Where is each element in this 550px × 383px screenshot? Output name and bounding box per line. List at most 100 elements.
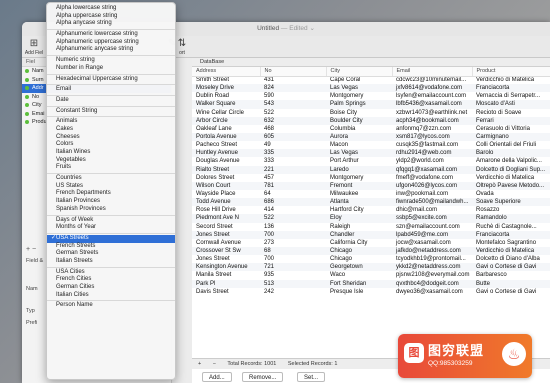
table-row[interactable]: Park Pl 513 Fort Sheridan qvxthbc4@dodgeit.… (192, 279, 550, 288)
remove-record-small-button[interactable]: − (213, 361, 216, 367)
menu-item[interactable]: Days of Week (47, 217, 175, 225)
table-row[interactable]: Wayside Place 64 Milwaukee inw@pookmail.com… (192, 190, 550, 198)
menu-item[interactable]: Spanish Provinces (47, 206, 175, 214)
table-row[interactable]: Walker Square 543 Palm Springs lbfb5436@xas… (192, 100, 550, 109)
menu-item[interactable]: Italian Provinces (47, 198, 175, 206)
menu-item[interactable]: Number in Range (47, 65, 175, 73)
menu-item[interactable]: German Streets (47, 250, 175, 258)
table-row[interactable]: Huntley Avenue 335 Las Vegas rdhu2914@web.c… (192, 149, 550, 158)
table-row[interactable]: Douglas Avenue 333 Port Arthur yldp2@world.… (192, 157, 550, 165)
column-header[interactable]: No (260, 67, 327, 77)
table-row[interactable]: Portola Avenue 605 Aurora xsm817@lycos.com C… (192, 132, 550, 142)
table-cell: 431 (264, 77, 275, 84)
menu-item[interactable]: Animals (47, 118, 175, 126)
table-cell: Barbaresco (476, 272, 507, 279)
menu-item[interactable]: Alpha uppercase string (47, 13, 175, 21)
add-record-small-button[interactable]: + (198, 361, 201, 367)
menu-item[interactable]: ✓USA Streets (47, 234, 175, 243)
add-field-small-button[interactable]: + (26, 246, 30, 253)
menu-item[interactable]: USA Cities (47, 269, 175, 277)
table-row[interactable]: Jones Street 700 Chicago tcyodkhb19@prontom… (192, 255, 550, 263)
menu-separator (47, 28, 175, 31)
table-cell: Montefalco Sagrantino (476, 239, 537, 246)
menu-item[interactable]: Cheeses (47, 134, 175, 142)
column-header[interactable]: Email (392, 67, 473, 77)
table-row[interactable]: Smith Street 431 Cape Coral cdcwc23@10minut… (192, 76, 550, 84)
table-cell: 605 (260, 132, 326, 142)
table-row[interactable]: Crossover St Sw 68 Chicago jafkdo@netaddres… (192, 246, 550, 256)
add-button[interactable]: Add... (202, 372, 232, 382)
menu-item[interactable]: Italian Streets (47, 258, 175, 266)
table-row[interactable]: Pacheco Street 49 Macon cusqk35@fastmail.co… (192, 141, 550, 149)
table-row[interactable]: Oakleaf Lane 468 Columbia anfonmq7@zzn.com C… (192, 125, 550, 133)
table-row[interactable]: Kensington Avenue 721 Georgetown ykkd2@neta… (192, 263, 550, 272)
table-cell: Palm Springs (326, 100, 392, 109)
table-row[interactable]: Arbor Circle 632 Boulder City acph34@bookma… (192, 116, 550, 125)
menu-item[interactable]: French Streets (47, 243, 175, 251)
table-row[interactable]: Manila Street 935 Waco pjsnw2108@everymail.… (192, 271, 550, 279)
table-row[interactable]: Moseley Drive 824 Las Vegas jxfv8614@vodafo… (192, 84, 550, 93)
menu-item[interactable]: Date (47, 97, 175, 105)
table-row[interactable]: Davis Street 242 Presque Isle dwyeo36@xasam… (192, 288, 550, 296)
column-header[interactable]: City (326, 67, 393, 77)
table-cell: anfonmq7@zzn.com (396, 125, 452, 132)
table-cell: Chicago (330, 256, 353, 263)
menu-item[interactable]: Cakes (47, 126, 175, 134)
table-cell: 221 (260, 165, 326, 174)
menu-item[interactable]: French Departments (47, 190, 175, 198)
table-row[interactable]: Rose Hill Drive 414 Hartford City dhic@mail… (192, 206, 550, 214)
table-cell: Soave Superiore (472, 198, 550, 207)
table-cell: inw@pookmail.com (396, 191, 449, 198)
menu-item[interactable]: Alpha anycase string (47, 20, 175, 28)
table-cell: Cornwall Avenue (196, 239, 241, 246)
table-row[interactable]: Jones Street 700 Chandler lpabd459@me.com Fr… (192, 230, 550, 239)
remove-field-small-button[interactable]: − (32, 246, 36, 253)
table-row[interactable]: Wine Cellar Circle 522 Boise City xzbwr1407… (192, 109, 550, 117)
menu-item[interactable]: Alphanumeric uppercase string (47, 39, 175, 47)
menu-item[interactable]: German Cities (47, 284, 175, 292)
table-cell: Amarone della Valpolic... (476, 158, 542, 165)
menu-item-label: USA Streets (56, 234, 89, 241)
table-cell: Las Vegas (326, 84, 392, 93)
remove-button[interactable]: Remove... (242, 372, 284, 382)
menu-item[interactable]: Numeric string (47, 57, 175, 65)
menu-item[interactable]: French Cities (47, 276, 175, 284)
menu-item[interactable]: Vegetables (47, 157, 175, 165)
table-row[interactable]: Cornwall Avenue 273 California City jocw@xa… (192, 239, 550, 247)
menu-item[interactable]: Hexadecimal Uppercase string (47, 76, 175, 84)
menu-item[interactable]: Person Name (47, 302, 175, 310)
table-row[interactable]: Dublin Road 590 Montgomery lsyfen@emailacco… (192, 92, 550, 100)
edited-indicator[interactable]: — Edited ⌄ (281, 25, 315, 32)
menu-item[interactable]: Italian Cities (47, 292, 175, 300)
column-header[interactable]: Product (472, 67, 550, 77)
table-row[interactable]: Wilson Court 781 Fremont ufgon4026@lycos.co… (192, 181, 550, 190)
menu-item[interactable]: Alphanumeric lowercase string (47, 31, 175, 39)
table-cell: 522 (260, 214, 326, 223)
watermark-subtitle: QQ:985303259 (428, 360, 473, 367)
table-cell: pjsnw2108@everymail.com (396, 272, 470, 279)
menu-item[interactable]: Months of Year (47, 224, 175, 232)
menu-item[interactable]: Alpha lowercase string (47, 5, 175, 13)
table-row[interactable]: Todd Avenue 686 Atlanta fiwnrade500@mailand… (192, 198, 550, 207)
table-cell: Oakleaf Lane (196, 125, 232, 132)
menu-item[interactable]: Colors (47, 141, 175, 149)
table-row[interactable]: Piedmont Ave N 522 Eloy ssbp5@excite.com Ram… (192, 214, 550, 223)
menu-item[interactable]: Italian Wines (47, 149, 175, 157)
menu-item[interactable]: Email (47, 86, 175, 94)
column-header[interactable]: Address (192, 67, 261, 77)
table-row[interactable]: Secord Street 136 Raleigh szn@emailaccount.… (192, 223, 550, 231)
table-cell: tcyodkhb19@prontomail... (396, 256, 466, 263)
menu-item-label: Fruits (56, 164, 71, 171)
field-item-label: Surn (32, 76, 44, 83)
menu-item[interactable]: Countries (47, 175, 175, 183)
add-field-button[interactable]: ⊞ Add Fiel (24, 38, 44, 56)
menu-item[interactable]: Constant String (47, 108, 175, 116)
table-row[interactable]: Dolores Street 457 Montgomery fmeff@vodafon… (192, 174, 550, 182)
menu-item[interactable]: Alphanumeric anycase string (47, 46, 175, 54)
menu-item[interactable]: US States (47, 183, 175, 191)
table-cell: Crossover St Sw (192, 246, 260, 256)
menu-item[interactable]: Fruits (47, 164, 175, 172)
set-button[interactable]: Set... (297, 372, 326, 382)
table-row[interactable]: Rialto Street 221 Laredo qfqgq1@xasamail.co… (192, 165, 550, 174)
table-cell: yldp2@world.com (396, 158, 444, 165)
